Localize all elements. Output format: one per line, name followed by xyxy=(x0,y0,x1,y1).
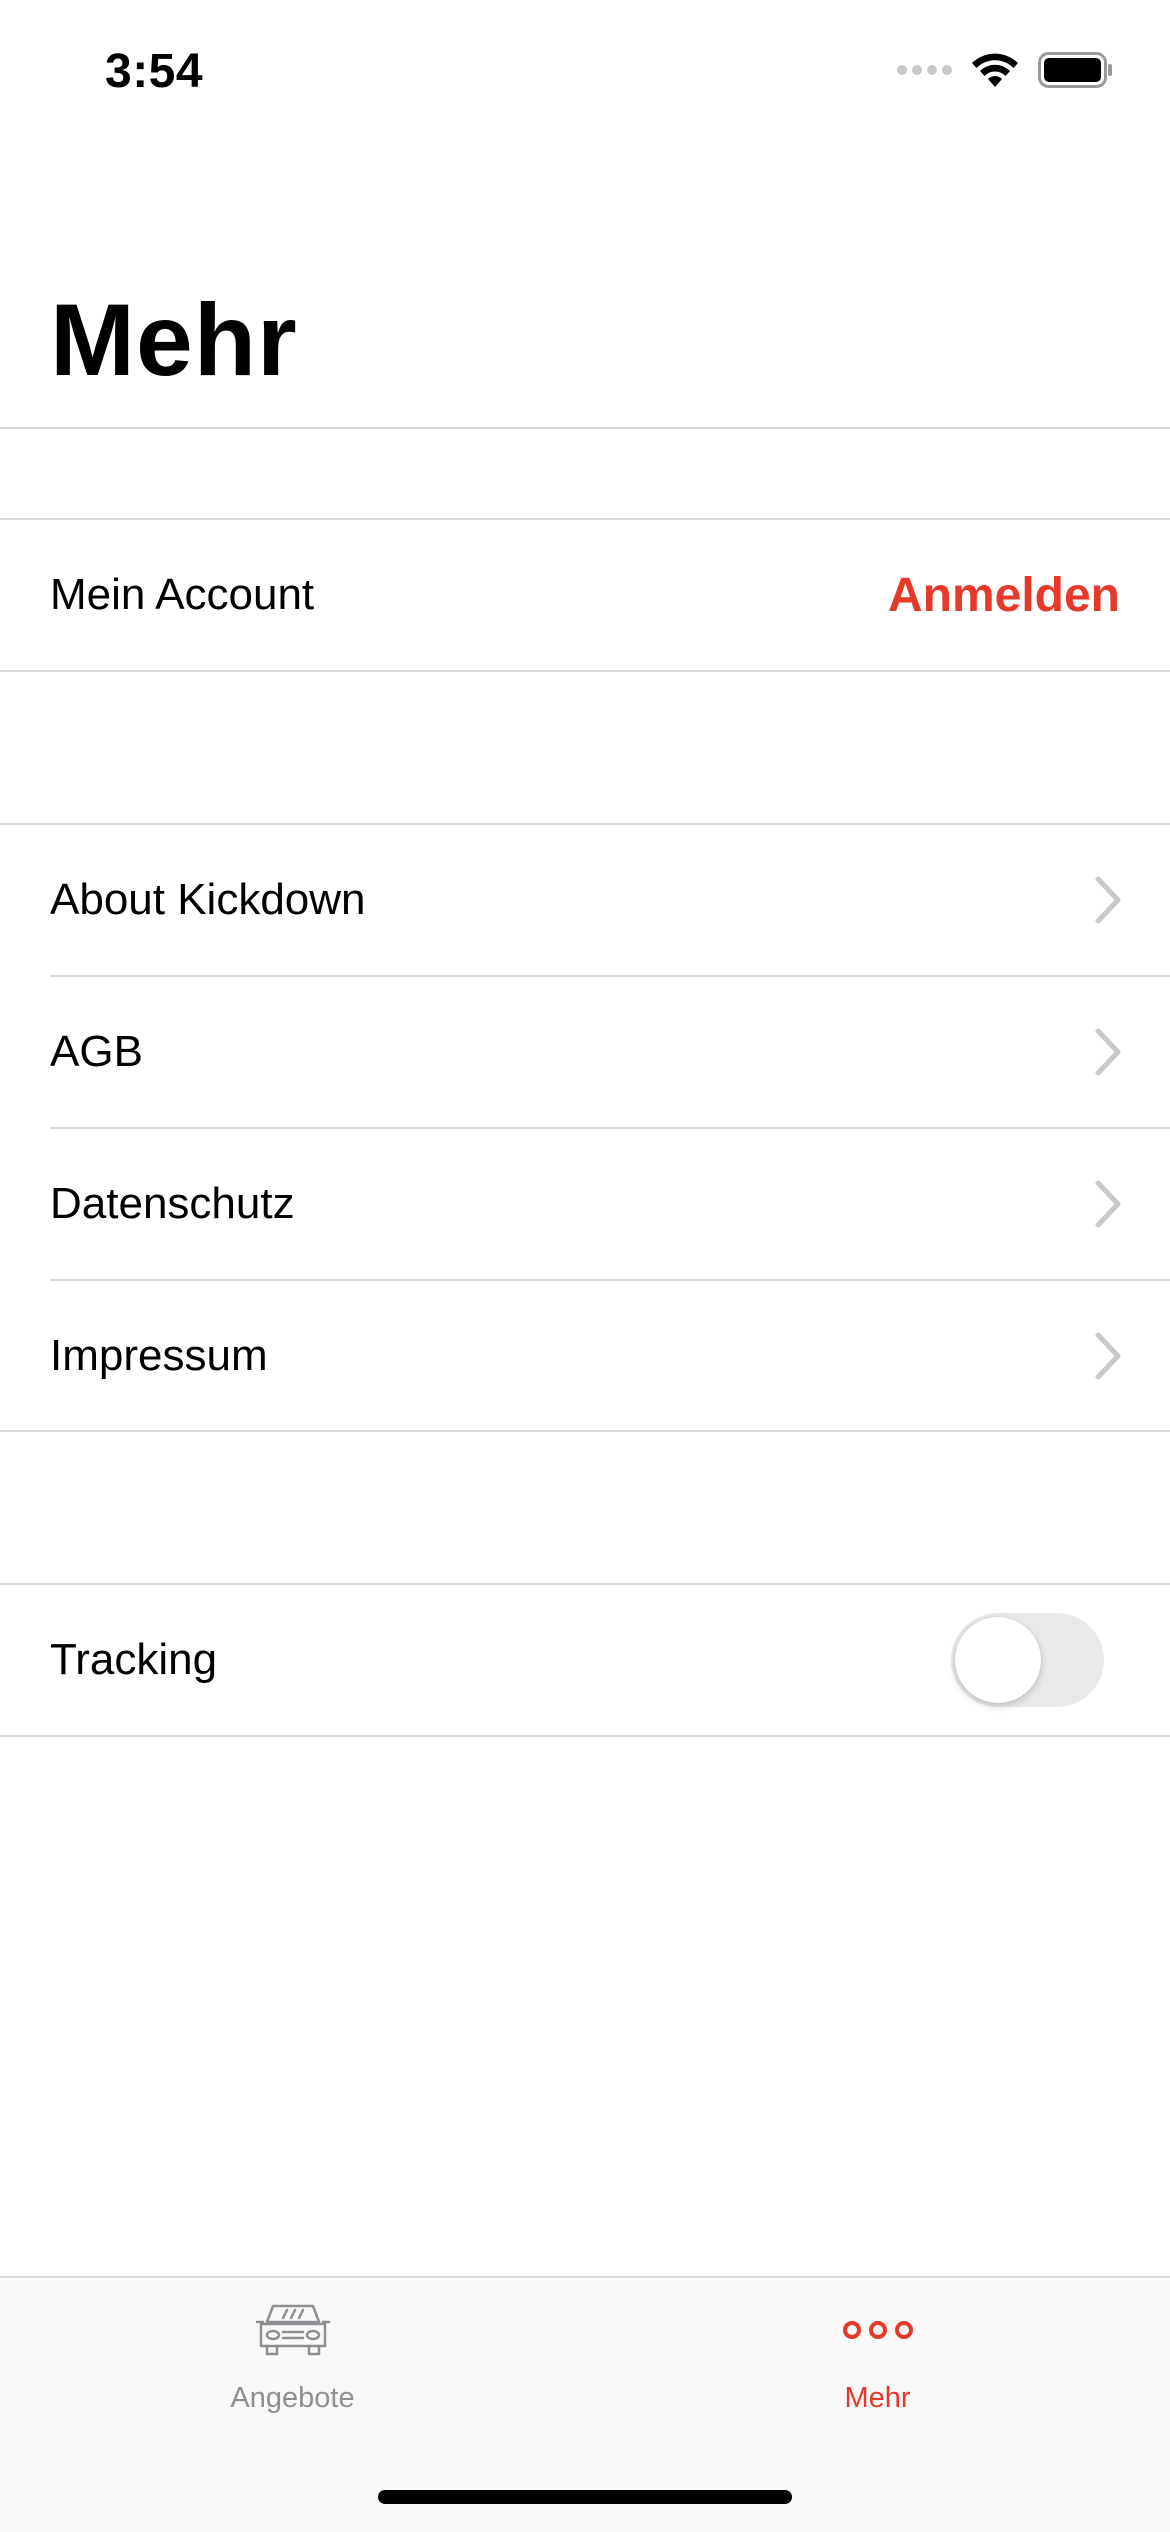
section-divider xyxy=(0,670,1170,672)
page-title: Mehr xyxy=(50,283,298,397)
list-item-label: Datenschutz xyxy=(50,1179,295,1228)
login-button[interactable]: Anmelden xyxy=(888,568,1120,623)
cellular-signal-icon xyxy=(897,65,952,75)
status-bar: 3:54 xyxy=(0,0,1170,150)
chevron-right-icon xyxy=(1095,1028,1121,1076)
home-indicator xyxy=(378,2490,792,2504)
tab-label: Angebote xyxy=(230,2382,355,2414)
account-row: Mein Account Anmelden xyxy=(0,520,1170,670)
status-time: 3:54 xyxy=(105,45,204,98)
battery-icon xyxy=(1038,52,1112,88)
more-dots-icon xyxy=(842,2321,913,2339)
chevron-right-icon xyxy=(1095,876,1121,924)
list-item-datenschutz[interactable]: Datenschutz xyxy=(0,1129,1170,1279)
list-item-label: Impressum xyxy=(50,1331,268,1380)
tab-mehr[interactable]: Mehr xyxy=(585,2278,1170,2428)
list-item-about[interactable]: About Kickdown xyxy=(0,825,1170,975)
tracking-toggle[interactable] xyxy=(951,1613,1104,1707)
section-divider xyxy=(0,1430,1170,1432)
list-item-agb[interactable]: AGB xyxy=(0,977,1170,1127)
tracking-row: Tracking xyxy=(0,1585,1170,1735)
tracking-label: Tracking xyxy=(50,1635,218,1684)
wifi-icon xyxy=(972,53,1018,87)
car-icon xyxy=(255,2304,330,2356)
section-divider xyxy=(0,1735,1170,1737)
chevron-right-icon xyxy=(1095,1180,1121,1228)
status-icons xyxy=(897,52,1114,88)
list-item-label: About Kickdown xyxy=(50,875,366,924)
tab-label: Mehr xyxy=(844,2382,911,2414)
account-label: Mein Account xyxy=(50,570,315,619)
list-item-impressum[interactable]: Impressum xyxy=(0,1281,1170,1431)
toggle-knob xyxy=(955,1617,1041,1703)
list-item-label: AGB xyxy=(50,1027,143,1076)
title-divider xyxy=(0,427,1170,429)
tab-angebote[interactable]: Angebote xyxy=(0,2278,585,2428)
chevron-right-icon xyxy=(1095,1332,1121,1380)
